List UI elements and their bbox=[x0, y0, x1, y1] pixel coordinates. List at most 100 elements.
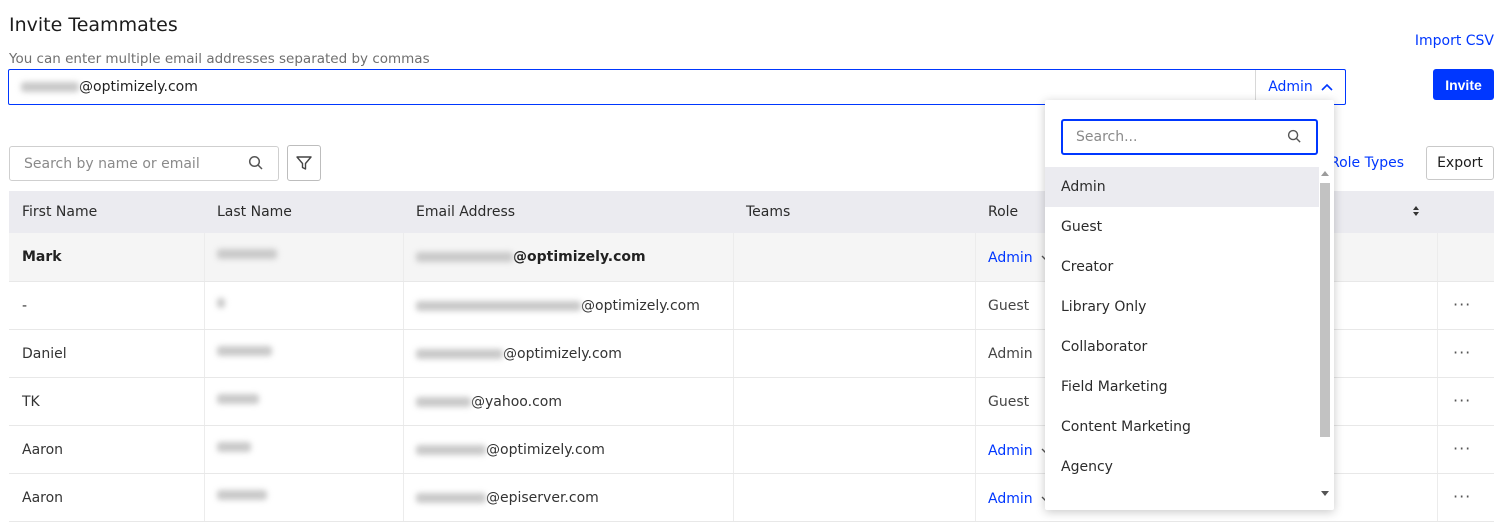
import-csv-link[interactable]: Import CSV bbox=[1415, 33, 1494, 49]
last-name-cell bbox=[217, 394, 259, 404]
role-options-list: Admin Guest Creator Library Only Collaborato… bbox=[1045, 167, 1319, 500]
role-option[interactable]: Content Marketing bbox=[1045, 407, 1319, 447]
email-suffix: @optimizely.com bbox=[513, 249, 646, 265]
role-search-input[interactable]: Search... bbox=[1061, 119, 1318, 155]
role-types-link[interactable]: Role Types bbox=[1330, 155, 1404, 171]
column-divider bbox=[403, 282, 404, 329]
column-divider bbox=[204, 233, 205, 281]
column-divider bbox=[733, 378, 734, 425]
invite-role-select[interactable]: Admin bbox=[1255, 70, 1345, 104]
email-cell: @optimizely.com bbox=[416, 442, 605, 458]
first-name-cell: - bbox=[22, 298, 28, 314]
redacted-text bbox=[217, 298, 225, 308]
invite-button[interactable]: Invite bbox=[1433, 69, 1494, 100]
scrollbar-thumb[interactable] bbox=[1320, 183, 1330, 437]
last-name-cell bbox=[217, 249, 277, 259]
redacted-text bbox=[217, 346, 272, 356]
role-label: Guest bbox=[988, 394, 1030, 410]
redacted-text bbox=[21, 82, 79, 92]
email-cell: @optimizely.com bbox=[416, 346, 622, 362]
column-divider bbox=[204, 378, 205, 425]
chevron-up-icon bbox=[1321, 83, 1333, 91]
column-divider bbox=[1437, 330, 1438, 377]
sort-icon[interactable] bbox=[1412, 205, 1420, 217]
member-search-input[interactable]: Search by name or email bbox=[9, 146, 279, 181]
last-name-cell bbox=[217, 346, 272, 356]
last-name-cell bbox=[217, 298, 225, 308]
column-divider bbox=[975, 282, 976, 329]
email-cell: @yahoo.com bbox=[416, 394, 562, 410]
redacted-text bbox=[416, 349, 503, 359]
role-cell: Admin bbox=[988, 346, 1033, 362]
role-option[interactable]: Agency bbox=[1045, 447, 1319, 487]
column-header-role[interactable]: Role bbox=[988, 204, 1018, 220]
redacted-text bbox=[217, 394, 259, 404]
role-option[interactable]: Creator bbox=[1045, 247, 1319, 287]
role-cell[interactable]: Admin bbox=[988, 443, 1051, 459]
column-header-first-name[interactable]: First Name bbox=[22, 204, 97, 220]
email-suffix: @episerver.com bbox=[486, 490, 599, 506]
more-icon[interactable]: ··· bbox=[1453, 487, 1471, 506]
column-divider bbox=[733, 330, 734, 377]
column-divider bbox=[733, 426, 734, 473]
redacted-text bbox=[217, 249, 277, 259]
member-search-placeholder: Search by name or email bbox=[24, 156, 200, 172]
column-divider bbox=[975, 474, 976, 521]
role-option[interactable]: Collaborator bbox=[1045, 327, 1319, 367]
column-divider bbox=[1437, 233, 1438, 281]
more-icon[interactable]: ··· bbox=[1453, 391, 1471, 410]
more-icon[interactable]: ··· bbox=[1453, 439, 1471, 458]
role-cell[interactable]: Admin bbox=[988, 491, 1051, 507]
column-header-last-name[interactable]: Last Name bbox=[217, 204, 292, 220]
role-cell: Guest bbox=[988, 394, 1029, 410]
email-hint: You can enter multiple email addresses s… bbox=[9, 51, 430, 67]
email-suffix: @optimizely.com bbox=[486, 442, 605, 458]
scroll-up-icon[interactable] bbox=[1321, 171, 1329, 176]
column-divider bbox=[733, 474, 734, 521]
page-title: Invite Teammates bbox=[9, 14, 178, 36]
search-icon bbox=[248, 155, 263, 170]
more-icon[interactable]: ··· bbox=[1453, 343, 1471, 362]
redacted-text bbox=[217, 490, 267, 500]
more-icon[interactable]: ··· bbox=[1453, 295, 1471, 314]
column-divider bbox=[1437, 282, 1438, 329]
first-name-cell: Aaron bbox=[22, 490, 64, 506]
email-suffix: @optimizely.com bbox=[503, 346, 622, 362]
redacted-text bbox=[416, 397, 471, 407]
role-search-placeholder: Search... bbox=[1076, 129, 1138, 145]
role-option[interactable]: Admin bbox=[1045, 167, 1319, 207]
column-divider bbox=[1437, 426, 1438, 473]
scroll-down-icon[interactable] bbox=[1321, 491, 1329, 496]
column-divider bbox=[733, 233, 734, 281]
column-divider bbox=[204, 474, 205, 521]
first-name-cell: Daniel bbox=[22, 346, 67, 362]
column-divider bbox=[733, 282, 734, 329]
role-option[interactable]: Field Marketing bbox=[1045, 367, 1319, 407]
role-option-partial[interactable] bbox=[1045, 487, 1319, 500]
role-label: Admin bbox=[988, 346, 1033, 362]
filter-button[interactable] bbox=[287, 145, 321, 181]
role-option[interactable]: Library Only bbox=[1045, 287, 1319, 327]
column-divider bbox=[1437, 378, 1438, 425]
column-header-teams[interactable]: Teams bbox=[746, 204, 790, 220]
role-label: Admin bbox=[988, 491, 1033, 507]
email-suffix: @optimizely.com bbox=[581, 298, 700, 314]
column-header-email[interactable]: Email Address bbox=[416, 204, 515, 220]
first-name-cell: TK bbox=[22, 394, 40, 410]
column-divider bbox=[204, 330, 205, 377]
first-name-cell: Aaron bbox=[22, 442, 64, 458]
role-label: Admin bbox=[988, 250, 1033, 266]
email-cell: @optimizely.com bbox=[416, 249, 646, 265]
last-name-cell bbox=[217, 490, 267, 500]
role-cell[interactable]: Admin bbox=[988, 250, 1051, 266]
column-divider bbox=[204, 426, 205, 473]
column-divider bbox=[975, 426, 976, 473]
export-button[interactable]: Export bbox=[1426, 146, 1494, 180]
redacted-text bbox=[416, 301, 581, 311]
filter-icon bbox=[296, 156, 312, 170]
column-divider bbox=[403, 378, 404, 425]
column-divider bbox=[204, 282, 205, 329]
role-list-scrollbar[interactable] bbox=[1318, 167, 1332, 500]
role-option[interactable]: Guest bbox=[1045, 207, 1319, 247]
invite-email-suffix: @optimizely.com bbox=[79, 79, 198, 95]
